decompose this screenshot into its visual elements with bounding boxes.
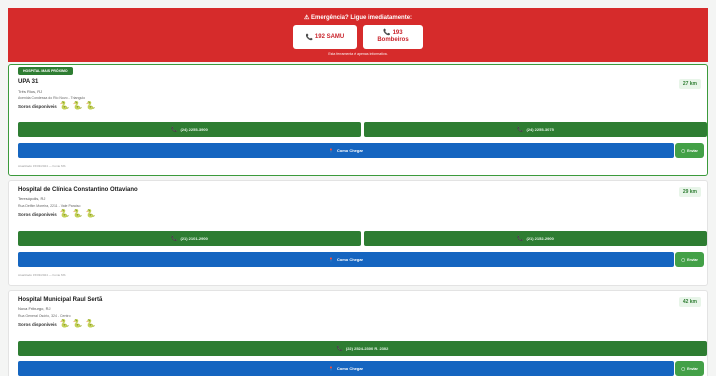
- update-meta: Atualizado 15/03/2024 — Fonte MS: [18, 273, 66, 277]
- directions-label: Como Chegar: [336, 366, 364, 371]
- directions-button[interactable]: 📍 Como Chegar: [18, 252, 674, 267]
- phone-icon: 📞: [517, 235, 524, 242]
- sera-label: Soros disponíveis: [18, 321, 57, 327]
- map-pin-icon: 📍: [328, 366, 334, 371]
- call-samu-button[interactable]: 📞 192 SAMU: [293, 25, 357, 49]
- distance-badge: 42 km: [678, 297, 701, 307]
- snake-icon: 🐍: [59, 209, 70, 218]
- phone-button[interactable]: 📞 (21) 2101-2900: [18, 231, 361, 246]
- send-whatsapp-button[interactable]: ◯ Enviar: [675, 361, 704, 376]
- sera-available: Soros disponíveis 🐍 🐍 🐍: [18, 320, 96, 328]
- phone-number: (24) 2255-3900: [180, 127, 208, 132]
- directions-button[interactable]: 📍 Como Chegar: [18, 361, 674, 376]
- phone-icon: 📞: [336, 345, 343, 352]
- phone-button[interactable]: 📞 (21) 2152-2900: [364, 231, 707, 246]
- phone-icon: 📞: [517, 126, 524, 133]
- phone-number: (22) 2524-2300 R. 2302: [345, 346, 389, 351]
- send-label: Enviar: [687, 257, 698, 262]
- directions-label: Como Chegar: [336, 257, 364, 262]
- hospital-name: UPA 31: [18, 79, 39, 85]
- send-whatsapp-button[interactable]: ◯ Enviar: [675, 143, 704, 158]
- distance-badge: 29 km: [678, 187, 701, 197]
- send-label: Enviar: [687, 366, 698, 371]
- send-label: Enviar: [687, 148, 698, 153]
- snake-icon: 🐍: [59, 101, 70, 110]
- whatsapp-icon: ◯: [681, 148, 686, 153]
- snake-icon: 🐍: [85, 319, 96, 328]
- directions-button[interactable]: 📍 Como Chegar: [18, 143, 674, 158]
- map-pin-icon: 📍: [328, 257, 334, 262]
- sera-available: Soros disponíveis 🐍 🐍 🐍: [18, 102, 96, 110]
- directions-label: Como Chegar: [336, 148, 364, 153]
- hospital-address: Avenida Condessa do Rio Novo - Triangulo: [18, 96, 86, 100]
- hospital-address: Rua Delfim Moreira, 2211 - Vale Paraíso: [18, 204, 81, 208]
- bombeiros-label: Bombeiros: [377, 37, 409, 43]
- hospital-card: HOSPITAL MAIS PRÓXIMO UPA 31 Três Rios, …: [8, 64, 708, 176]
- hospital-card: Hospital Municipal Raul Sertã Nova Fribu…: [8, 290, 708, 376]
- snake-icon: 🐍: [72, 209, 83, 218]
- disclaimer-note: Esta ferramenta é apenas informativa.: [328, 52, 388, 56]
- nearest-badge: HOSPITAL MAIS PRÓXIMO: [18, 67, 73, 75]
- snake-icon: 🐍: [59, 319, 70, 328]
- sera-label: Soros disponíveis: [18, 211, 57, 217]
- emergency-title: ⚠ Emergência? Ligue imediatamente:: [303, 15, 413, 21]
- samu-label: 192 SAMU: [314, 34, 345, 40]
- phone-icon: 📞: [383, 30, 391, 36]
- hospital-city: Teresópolis, RJ: [18, 196, 46, 201]
- whatsapp-icon: ◯: [681, 257, 686, 262]
- phone-number: (24) 2255-3075: [526, 127, 554, 132]
- emergency-banner: ⚠ Emergência? Ligue imediatamente: 📞 192…: [8, 8, 708, 62]
- send-whatsapp-button[interactable]: ◯ Enviar: [675, 252, 704, 267]
- hospital-address: Rua General Osório, 324 - Centro: [18, 314, 71, 318]
- distance-badge: 27 km: [678, 79, 701, 89]
- whatsapp-icon: ◯: [681, 366, 686, 371]
- update-meta: Atualizado 15/03/2024 — Fonte MS: [18, 164, 66, 168]
- phone-icon: 📞: [171, 235, 178, 242]
- phone-icon: 📞: [171, 126, 178, 133]
- phone-button[interactable]: 📞 (22) 2524-2300 R. 2302: [18, 341, 707, 356]
- phone-number: (21) 2101-2900: [180, 236, 208, 241]
- phone-button[interactable]: 📞 (24) 2255-3075: [364, 122, 707, 137]
- hospital-city: Nova Friburgo, RJ: [18, 306, 51, 311]
- snake-icon: 🐍: [85, 101, 96, 110]
- phone-number: (21) 2152-2900: [526, 236, 554, 241]
- snake-icon: 🐍: [72, 101, 83, 110]
- snake-icon: 🐍: [72, 319, 83, 328]
- bombeiros-number: 193: [392, 30, 403, 36]
- call-bombeiros-button[interactable]: 📞 193 Bombeiros: [363, 25, 423, 49]
- hospital-city: Três Rios, RJ: [18, 89, 43, 94]
- hospital-name: Hospital de Clínica Constantino Ottavian…: [18, 187, 138, 193]
- hospital-name: Hospital Municipal Raul Sertã: [18, 297, 103, 303]
- sera-available: Soros disponíveis 🐍 🐍 🐍: [18, 210, 96, 218]
- hospital-card: Hospital de Clínica Constantino Ottavian…: [8, 180, 708, 286]
- sera-label: Soros disponíveis: [18, 103, 57, 109]
- phone-icon: 📞: [305, 34, 314, 41]
- map-pin-icon: 📍: [328, 148, 334, 153]
- snake-icon: 🐍: [85, 209, 96, 218]
- phone-button[interactable]: 📞 (24) 2255-3900: [18, 122, 361, 137]
